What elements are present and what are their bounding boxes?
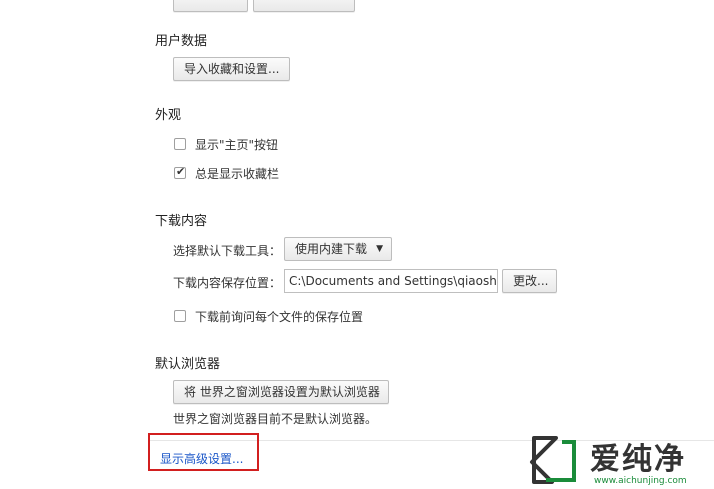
ask-each-download-label: 下载前询问每个文件的保存位置 (195, 310, 364, 324)
top-partial-button-1[interactable] (173, 0, 248, 12)
download-tool-label: 选择默认下载工具： (173, 244, 282, 258)
show-home-label: 显示"主页"按钮 (195, 138, 279, 152)
section-title-downloads: 下载内容 (155, 214, 208, 229)
section-title-default-browser: 默认浏览器 (155, 357, 221, 372)
download-location-field[interactable]: C:\Documents and Settings\qiaoshiyu (284, 269, 498, 293)
change-location-button[interactable]: 更改... (502, 269, 557, 293)
download-tool-value: 使用内建下载 (295, 242, 368, 256)
download-location-label: 下载内容保存位置： (173, 276, 282, 290)
download-tool-select[interactable]: 使用内建下载 ▼ (284, 237, 392, 261)
brand-name: 爱纯净 (590, 442, 686, 477)
default-browser-status: 世界之窗浏览器目前不是默认浏览器。 (173, 412, 378, 426)
dropdown-arrow-icon: ▼ (376, 244, 383, 254)
checkmark-icon: ✔ (176, 165, 186, 178)
brand-logo-icon (530, 436, 576, 484)
show-bookmarks-label: 总是显示收藏栏 (195, 167, 280, 181)
import-bookmarks-button[interactable]: 导入收藏和设置... (173, 57, 291, 81)
show-home-checkbox[interactable] (174, 138, 186, 150)
set-default-browser-button[interactable]: 将 世界之窗浏览器设置为默认浏览器 (173, 380, 389, 404)
show-bookmarks-checkbox[interactable]: ✔ (174, 165, 186, 179)
section-title-appearance: 外观 (155, 108, 182, 123)
section-title-user-data: 用户数据 (155, 34, 208, 49)
top-partial-button-2[interactable] (253, 0, 355, 12)
show-advanced-settings-link[interactable]: 显示高级设置... (160, 450, 243, 467)
brand-url: www.aichunjing.com (594, 476, 687, 486)
ask-each-download-checkbox[interactable] (174, 310, 186, 322)
